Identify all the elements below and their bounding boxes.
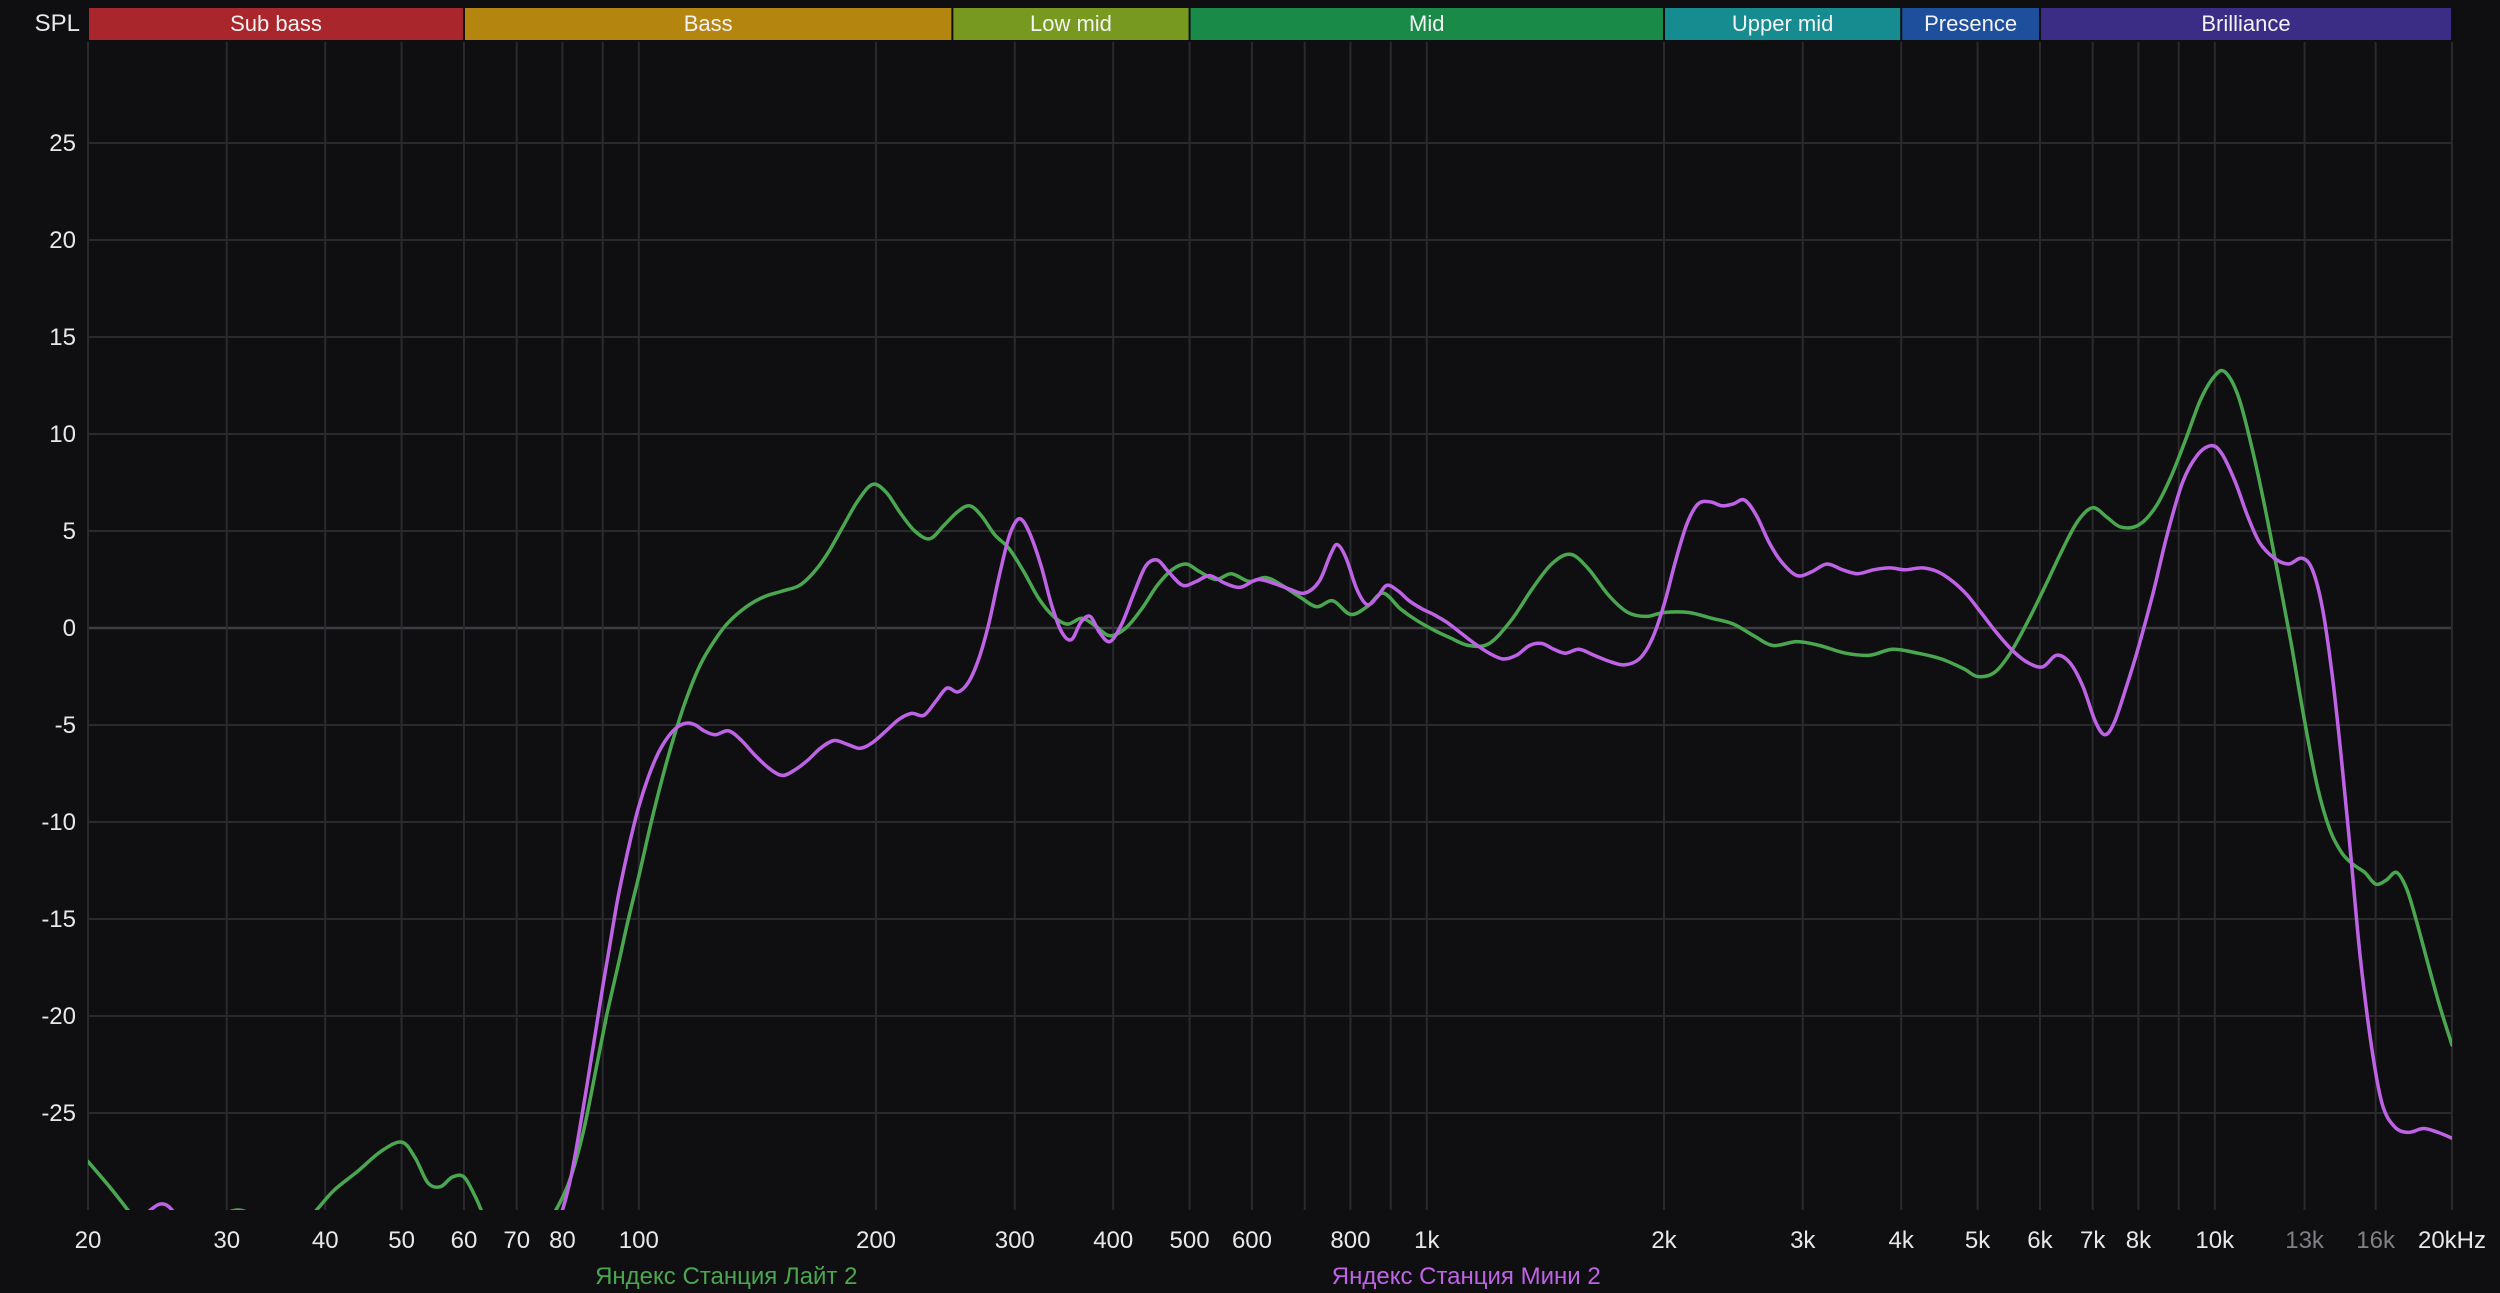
x-tick-label: 30 [213, 1227, 240, 1254]
x-tick-label: 1k [1414, 1227, 1440, 1254]
x-tick-label: 600 [1232, 1227, 1272, 1254]
x-tick-label: 300 [995, 1227, 1035, 1254]
y-tick-label: -25 [41, 1100, 76, 1127]
x-tick-label: 40 [312, 1227, 339, 1254]
x-tick-label: 20 [75, 1227, 102, 1254]
y-tick-label: 10 [49, 421, 76, 448]
y-tick-label: 20 [49, 227, 76, 254]
x-tick-label: 800 [1330, 1227, 1370, 1254]
y-tick-label: 25 [49, 130, 76, 157]
x-tick-label: 8k [2126, 1227, 2152, 1254]
x-tick-label: 10k [2195, 1227, 2235, 1254]
x-tick-label: 16k [2356, 1227, 2396, 1254]
x-tick-label: 100 [619, 1227, 659, 1254]
x-tick-label: 2k [1651, 1227, 1677, 1254]
y-tick-label: 15 [49, 324, 76, 351]
y-tick-label: -20 [41, 1003, 76, 1030]
y-tick-label: -5 [55, 712, 76, 739]
x-tick-label: 60 [451, 1227, 478, 1254]
x-tick-label: 4k [1889, 1227, 1915, 1254]
band-label: Low mid [1030, 11, 1112, 36]
x-tick-label: 7k [2080, 1227, 2106, 1254]
x-tick-label: 70 [503, 1227, 530, 1254]
y-tick-label: 0 [63, 615, 76, 642]
band-label: Presence [1924, 11, 2017, 36]
chart-canvas: Sub bass Bass Low mid Mid Upper mid Presence B… [0, 0, 2500, 1293]
legend-item: Яндекс Станция Лайт 2 [595, 1263, 857, 1290]
y-tick-label: -10 [41, 809, 76, 836]
x-tick-label: 80 [549, 1227, 576, 1254]
x-tick-label: 6k [2027, 1227, 2053, 1254]
x-tick-label: 200 [856, 1227, 896, 1254]
spl-axis-label: SPL [35, 10, 80, 37]
x-tick-label: 50 [388, 1227, 415, 1254]
frequency-response-chart: Sub bass Bass Low mid Mid Upper mid Presence B… [0, 0, 2500, 1293]
x-tick-label: 5k [1965, 1227, 1991, 1254]
x-tick-label: 20kHz [2418, 1227, 2486, 1254]
band-label: Mid [1409, 11, 1444, 36]
x-tick-label: 13k [2285, 1227, 2325, 1254]
y-tick-label: 5 [63, 518, 76, 545]
x-tick-label: 400 [1093, 1227, 1133, 1254]
band-label: Brilliance [2201, 11, 2290, 36]
band-label: Bass [684, 11, 733, 36]
y-tick-label: -15 [41, 906, 76, 933]
band-label: Upper mid [1732, 11, 1833, 36]
legend-item: Яндекс Станция Мини 2 [1332, 1263, 1601, 1290]
band-label: Sub bass [230, 11, 322, 36]
x-tick-label: 3k [1790, 1227, 1816, 1254]
chart-background [0, 0, 2500, 1293]
x-tick-label: 500 [1170, 1227, 1210, 1254]
